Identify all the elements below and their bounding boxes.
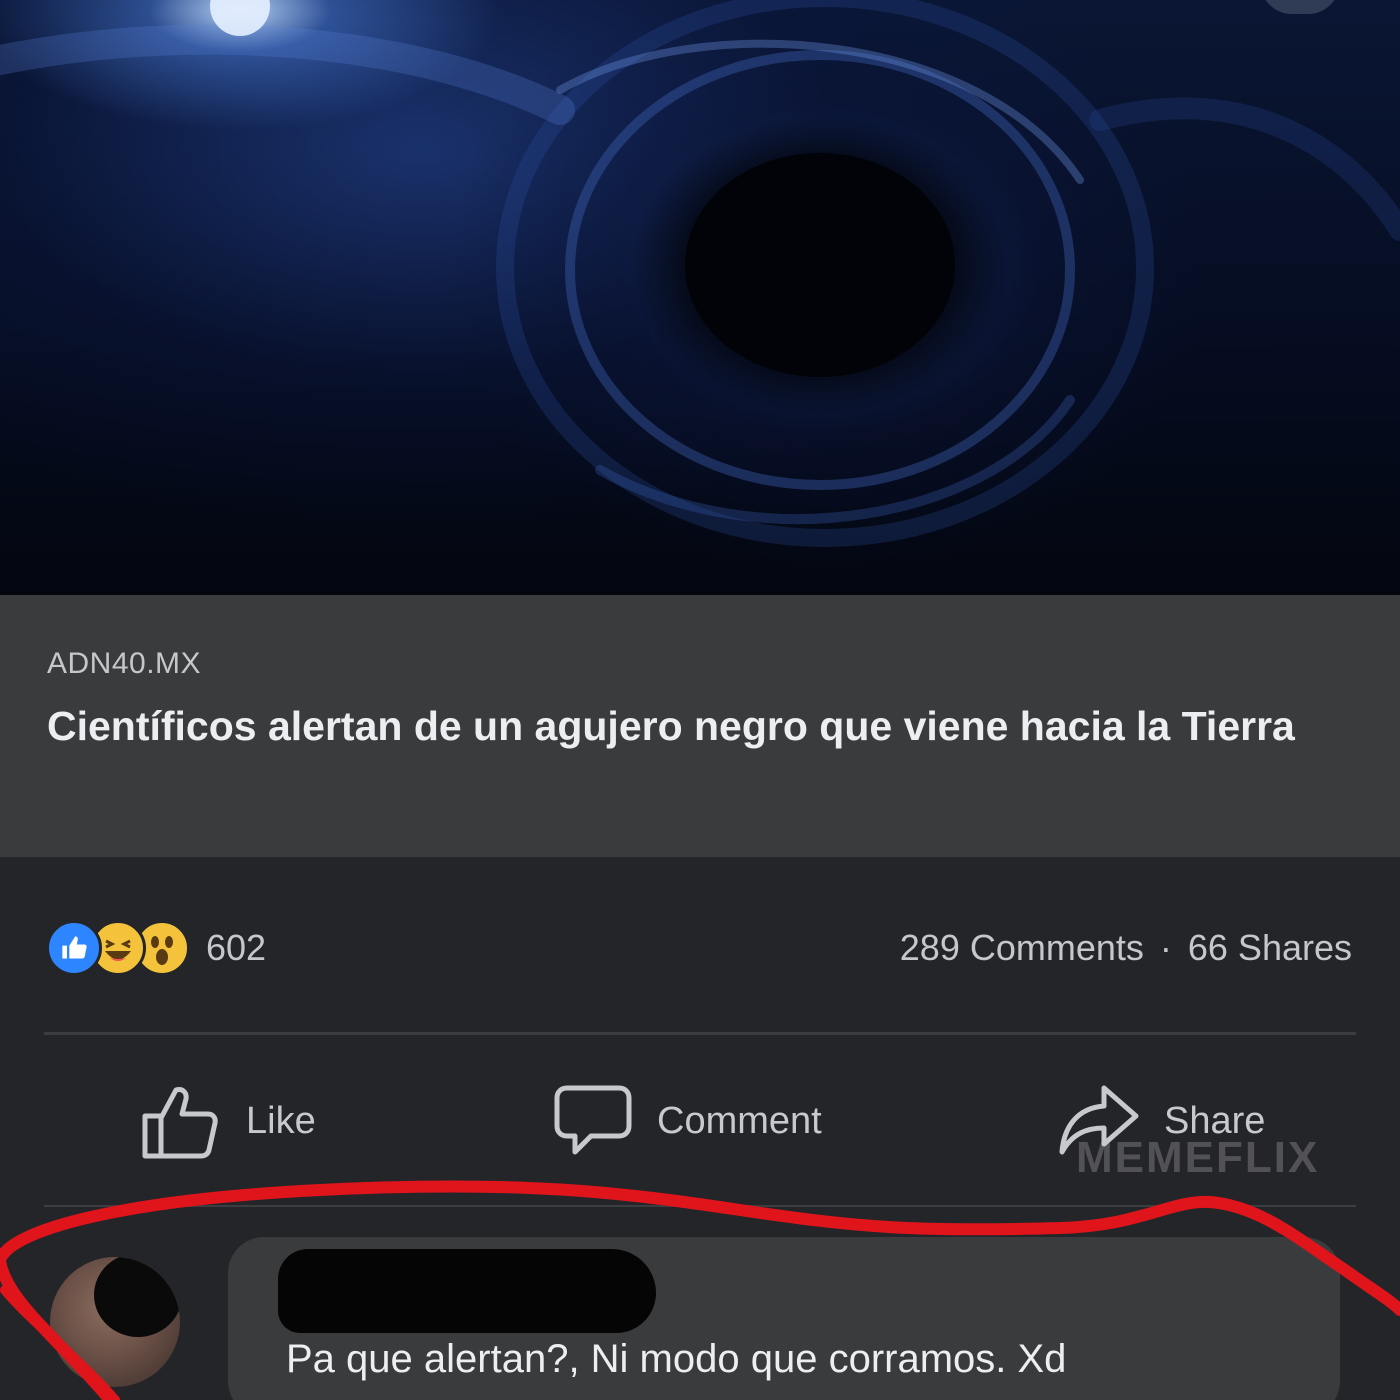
- comment-label: Comment: [657, 1099, 822, 1142]
- post-stats: 602 289 Comments · 66 Shares: [0, 857, 1400, 1037]
- reaction-count: 602: [206, 927, 267, 968]
- black-hole-illustration: [0, 0, 1400, 547]
- comment-bubble-icon: [554, 1085, 632, 1155]
- facebook-post-screenshot: ADN40.MX Científicos alertan de un aguje…: [0, 0, 1400, 1400]
- divider: [44, 1032, 1356, 1035]
- link-domain: ADN40.MX: [47, 647, 202, 680]
- like-button[interactable]: Like: [140, 1082, 316, 1160]
- like-icon: [46, 920, 102, 976]
- thumbs-up-icon: [142, 1087, 218, 1159]
- reactions-summary[interactable]: 602: [46, 920, 267, 976]
- comment-button[interactable]: Comment: [553, 1082, 822, 1160]
- link-title[interactable]: Científicos alertan de un agujero negro …: [47, 695, 1367, 757]
- like-label: Like: [246, 1099, 316, 1142]
- separator-dot: ·: [1159, 927, 1172, 968]
- comments-count-link[interactable]: 289 Comments: [900, 927, 1144, 969]
- link-preview[interactable]: ADN40.MX Científicos alertan de un aguje…: [0, 595, 1400, 857]
- comments-shares-summary: 289 Comments · 66 Shares: [900, 927, 1352, 969]
- post-image[interactable]: [0, 0, 1400, 595]
- shares-count-link[interactable]: 66 Shares: [1188, 927, 1352, 969]
- red-highlight-scribble: [0, 1180, 1400, 1400]
